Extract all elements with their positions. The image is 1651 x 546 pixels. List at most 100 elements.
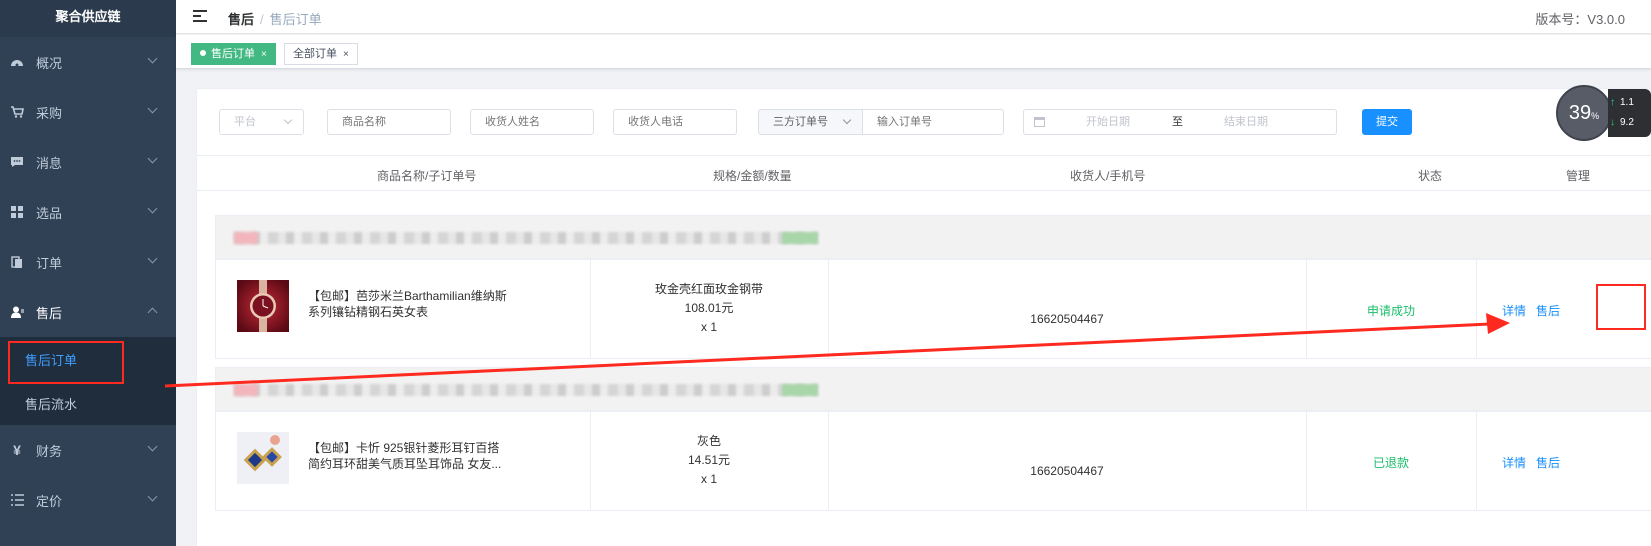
filter-bar: 平台 三方订单号 开始日期 至 结束日期 提交 [197,109,1651,135]
breadcrumb-separator: / [260,12,264,27]
sidebar-item-pricing[interactable]: 定价 [0,475,176,525]
order-group-header [215,367,1651,411]
blurred-order-info [782,232,818,244]
table-header: 商品名称/子订单号 规格/金额/数量 收货人/手机号 状态 管理 [197,155,1651,191]
close-icon[interactable]: × [343,49,349,60]
product-thumbnail[interactable] [237,432,289,484]
chevron-down-icon [147,203,158,214]
blurred-order-info [234,232,258,244]
user-icon [8,305,26,319]
list-icon [8,493,26,507]
sidebar-item-orders[interactable]: 订单 [0,237,176,287]
spec-value: 玫金壳红面玫金钢带 [654,282,763,296]
chevron-down-icon [147,253,158,264]
order-type-select[interactable]: 三方订单号 [758,109,863,135]
usage-percent: 39 [1568,102,1592,124]
hamburger-icon[interactable] [193,10,207,22]
receiver-name-input[interactable] [470,109,594,135]
chevron-down-icon [842,115,852,125]
tag-aftersale-orders[interactable]: 售后订单 × [191,43,276,65]
chevron-down-icon [147,491,158,502]
blurred-order-info [782,384,818,396]
sidebar-item-label: 订单 [36,255,63,271]
platform-select[interactable]: 平台 [219,109,304,135]
content-card: 平台 三方订单号 开始日期 至 结束日期 提交 商品名称/子订单号 规格/金额/… [196,88,1651,546]
sidebar-item-label: 售后流水 [25,396,78,412]
detail-link[interactable]: 详情 [1502,302,1526,319]
spec-info: 灰色 14.51元 x 1 [590,432,828,489]
detail-link[interactable]: 详情 [1502,454,1526,471]
sidebar-item-purchase[interactable]: 采购 [0,87,176,137]
end-date-placeholder[interactable]: 结束日期 [1224,110,1268,134]
aftersale-link[interactable]: 售后 [1536,302,1560,319]
quantity-value: x 1 [700,320,717,334]
order-group-header [215,215,1651,259]
sidebar-item-label: 采购 [36,105,63,121]
message-icon [8,155,26,169]
receiver-phone: 16620504467 [1030,312,1104,326]
chevron-down-icon [147,103,158,114]
chevron-down-icon [147,441,158,452]
sidebar: 聚合供应链 概况 采购 消息 选品 订单 售后 售后订单 售后流水 ¥ 财务 定… [0,0,176,546]
order-no-input[interactable] [862,109,1004,135]
yen-icon: ¥ [13,442,21,458]
breadcrumb: 售后 / 售后订单 [228,9,322,28]
sidebar-item-selection[interactable]: 选品 [0,187,176,237]
calendar-icon [1034,117,1045,127]
receiver-phone: 16620504467 [1030,464,1104,478]
start-date-placeholder[interactable]: 开始日期 [1086,110,1130,134]
spec-info: 玫金壳红面玫金钢带 108.01元 x 1 [590,280,828,337]
header-receiver: 收货人/手机号 [1070,169,1146,183]
product-name-input[interactable] [327,109,451,135]
product-name[interactable]: 【包邮】芭莎米兰Barthamilian维纳斯系列镶钻精钢石英女表 [308,288,508,320]
status-badge: 申请成功 [1366,304,1415,318]
product-name[interactable]: 【包邮】卡忻 925银针菱形耳钉百搭简约耳环甜美气质耳坠耳饰品 女友... [308,440,508,472]
percent-sign: % [1591,111,1600,121]
chevron-down-icon [283,115,293,125]
sidebar-item-label: 财务 [36,443,63,459]
cpu-usage-circle: 39% [1556,85,1612,141]
top-navbar: 售后 / 售后订单 版本号：V3.0.0 [176,0,1651,34]
tag-all-orders[interactable]: 全部订单 × [284,43,358,65]
chevron-down-icon [147,53,158,64]
aftersale-link[interactable]: 售后 [1536,454,1560,471]
blurred-order-info [234,384,258,396]
table-row: 【包邮】芭莎米兰Barthamilian维纳斯系列镶钻精钢石英女表 玫金壳红面玫… [215,259,1651,359]
sidebar-item-overview[interactable]: 概况 [0,37,176,87]
sidebar-item-aftersale[interactable]: 售后 [0,287,176,337]
annotation-highlight-box [8,341,124,384]
sidebar-item-label: 消息 [36,155,63,171]
version-label: 版本号：V3.0.0 [1535,12,1625,27]
download-arrow-icon: ↓ [1610,117,1615,128]
order-type-value: 三方订单号 [773,116,828,128]
speed-panel: ↑ 1.1 ↓ 9.2 [1608,89,1651,137]
breadcrumb-aftersale-orders: 售后订单 [269,12,322,27]
sidebar-subitem-aftersale-flow[interactable]: 售后流水 [0,381,176,425]
product-thumbnail[interactable] [237,280,289,332]
chevron-down-icon [147,153,158,164]
order-icon [8,255,26,269]
annotation-highlight-box [1596,284,1646,330]
receiver-phone-input[interactable] [613,109,737,135]
chevron-up-icon [147,307,158,318]
blurred-order-info [234,384,818,396]
amount-value: 108.01元 [684,301,734,315]
date-range-picker[interactable]: 开始日期 至 结束日期 [1023,109,1337,135]
sidebar-item-label: 定价 [36,493,63,509]
dashboard-icon [8,55,26,69]
sidebar-item-finance[interactable]: ¥ 财务 [0,425,176,475]
sidebar-item-message[interactable]: 消息 [0,137,176,187]
breadcrumb-aftersale: 售后 [228,12,255,27]
header-status: 状态 [1418,169,1443,183]
spec-value: 灰色 [696,434,721,448]
sidebar-item-label: 概况 [36,55,63,71]
network-speed-widget[interactable]: 39% ↑ 1.1 ↓ 9.2 [1556,85,1651,143]
sidebar-item-label: 选品 [36,205,63,221]
submit-button[interactable]: 提交 [1362,109,1412,135]
active-dot-icon [200,50,206,56]
header-product: 商品名称/子订单号 [377,169,477,183]
download-speed: 9.2 [1620,117,1634,128]
amount-value: 14.51元 [687,453,731,467]
close-icon[interactable]: × [261,49,267,60]
header-spec: 规格/金额/数量 [713,169,792,183]
